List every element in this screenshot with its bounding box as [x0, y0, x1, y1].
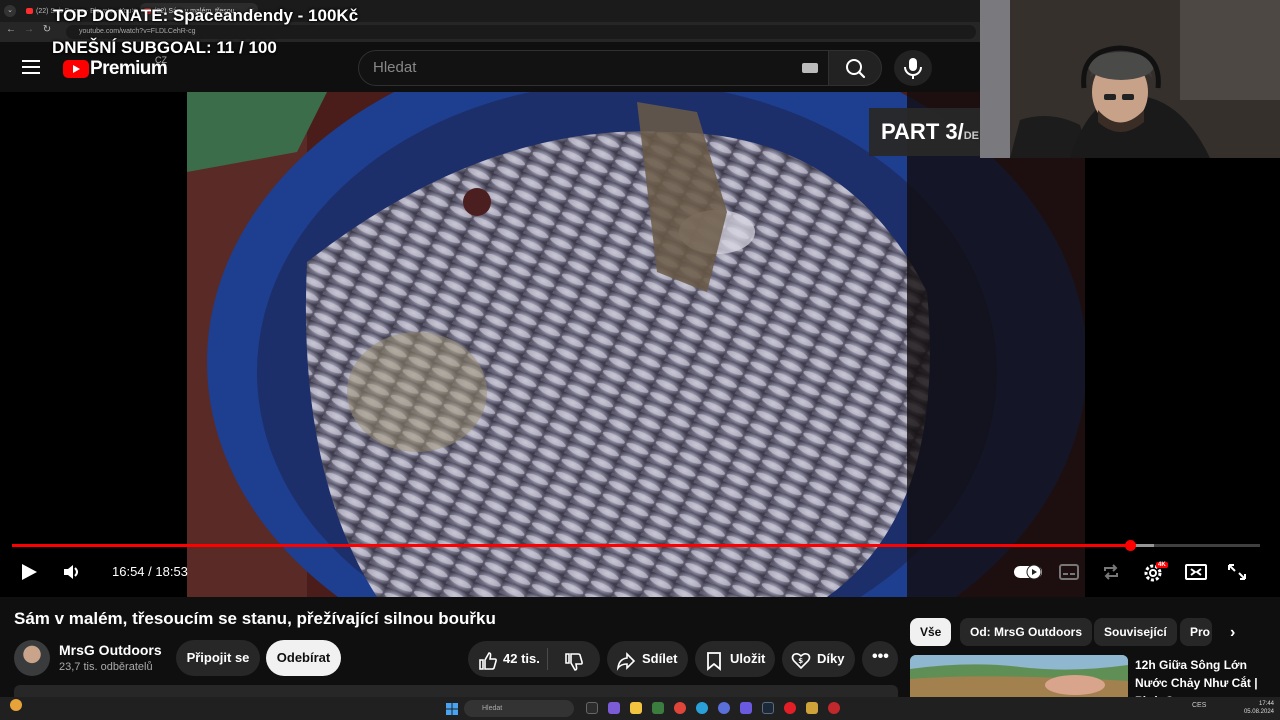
tab-search-icon[interactable]: ⌄ [4, 5, 16, 17]
dislike-button[interactable] [564, 650, 584, 686]
description-box[interactable] [14, 685, 898, 697]
miniplayer-icon [1185, 564, 1207, 580]
thanks-label: Díky [817, 651, 845, 666]
top-donate-overlay: TOP DONATE: Spaceandendy - 100Kč [53, 6, 359, 25]
share-icon [616, 649, 636, 685]
like-divider [547, 648, 548, 670]
keyboard-icon[interactable] [802, 63, 818, 73]
chip-related[interactable]: Související [1094, 618, 1177, 646]
more-actions-button[interactable]: ••• [862, 641, 898, 677]
subtitles-button[interactable] [1058, 562, 1080, 587]
like-dislike-group: 42 tis. [468, 641, 600, 677]
task-view-icon[interactable] [586, 702, 598, 714]
language-indicator[interactable]: CES [1192, 702, 1206, 709]
related-video-thumbnail[interactable] [910, 655, 1128, 697]
back-arrow-icon[interactable]: ← [4, 24, 18, 35]
chip-for-you[interactable]: Pro [1180, 618, 1212, 646]
join-button[interactable]: Připojit se [176, 640, 260, 676]
bookmark-icon [705, 649, 723, 685]
widgets-icon[interactable] [608, 702, 620, 714]
subscribe-button[interactable]: Odebírat [266, 640, 341, 676]
file-explorer-icon[interactable] [630, 702, 642, 714]
thumbs-up-icon [479, 652, 497, 670]
windows-start-icon[interactable] [446, 702, 458, 715]
volume-button[interactable] [60, 562, 84, 587]
quality-badge: 4K [1156, 562, 1168, 568]
volume-icon [64, 565, 78, 579]
like-count: 42 tis. [503, 651, 540, 666]
play-icon [22, 564, 37, 580]
progress-played [12, 544, 1131, 547]
forward-arrow-icon[interactable]: → [22, 24, 36, 35]
time-display: 16:54 / 18:53 [112, 564, 188, 579]
subscriber-count: 23,7 tis. odběratelů [59, 661, 153, 673]
share-label: Sdílet [642, 651, 678, 666]
miniplayer-button[interactable] [1184, 562, 1208, 587]
channel-name[interactable]: MrsG Outdoors [59, 642, 162, 658]
subtitles-icon [1059, 564, 1079, 580]
chrome-icon[interactable] [674, 702, 686, 714]
youtube-favicon-icon [26, 8, 33, 14]
steam-icon[interactable] [762, 702, 774, 714]
autoplay-toggle-icon [1014, 564, 1042, 580]
app-icon[interactable] [718, 702, 730, 714]
video-frame[interactable] [187, 92, 1085, 597]
taskbar-search-input[interactable]: Hledat [464, 700, 574, 717]
channel-avatar[interactable] [14, 640, 50, 676]
clock-time: 17:44 [1258, 701, 1274, 707]
app-icon[interactable] [784, 702, 796, 714]
fullscreen-button[interactable] [1226, 562, 1248, 587]
part-badge: PART 3/DE [869, 108, 981, 156]
svg-text:$: $ [798, 657, 803, 665]
video-frame-image [187, 92, 1085, 597]
loop-icon [1104, 564, 1118, 580]
like-button[interactable] [478, 649, 498, 685]
more-horizontal-icon: ••• [872, 648, 889, 665]
clock-date: 05.08.2024 [1243, 709, 1274, 715]
super-thanks-icon: $ [791, 649, 811, 685]
save-button[interactable]: Uložit [695, 641, 775, 677]
webcam-overlay [980, 0, 1280, 158]
url-field[interactable]: youtube.com/watch?v=FLDLCehR-cg [66, 25, 976, 39]
thanks-button[interactable]: $ Díky [782, 641, 855, 677]
youtube-logo-icon[interactable] [63, 60, 89, 78]
menu-icon[interactable] [22, 60, 40, 74]
part-badge-text: PART 3/ [881, 119, 964, 144]
settings-button[interactable]: 4K [1142, 561, 1168, 588]
voice-search-button[interactable] [894, 50, 932, 86]
autoplay-toggle[interactable] [1013, 563, 1043, 586]
search-icon [846, 59, 866, 79]
app-icon[interactable] [828, 702, 840, 714]
video-title: Sám v malém, třesoucím se stanu, přežíva… [14, 609, 496, 628]
chip-from-channel[interactable]: Od: MrsG Outdoors [960, 618, 1092, 646]
discord-icon[interactable] [740, 702, 752, 714]
streamer-webcam-image [980, 0, 1280, 158]
reload-icon[interactable]: ↻ [40, 24, 54, 35]
search-input[interactable]: Hledat [358, 50, 828, 86]
share-button[interactable]: Sdílet [607, 641, 688, 677]
microphone-icon [904, 58, 922, 79]
related-thumbnail-image [910, 655, 1128, 697]
chip-all[interactable]: Vše [910, 618, 952, 646]
system-tray[interactable]: CES [1192, 702, 1206, 709]
thumbs-down-icon [565, 653, 583, 671]
part-badge-suffix: DE [963, 130, 979, 142]
edge-icon[interactable] [696, 702, 708, 714]
loop-button[interactable] [1100, 562, 1122, 587]
save-label: Uložit [730, 651, 766, 666]
play-button[interactable] [18, 562, 40, 587]
search-button[interactable] [828, 50, 882, 86]
weather-icon[interactable] [10, 699, 22, 711]
fullscreen-icon [1228, 564, 1246, 580]
chevron-right-icon[interactable]: › [1230, 624, 1235, 642]
taskbar-clock[interactable]: 17:44 05.08.2024 [1238, 700, 1274, 716]
subgoal-overlay: DNEŠNÍ SUBGOAL: 11 / 100 [52, 38, 277, 57]
app-icon[interactable] [652, 702, 664, 714]
app-icon[interactable] [806, 702, 818, 714]
